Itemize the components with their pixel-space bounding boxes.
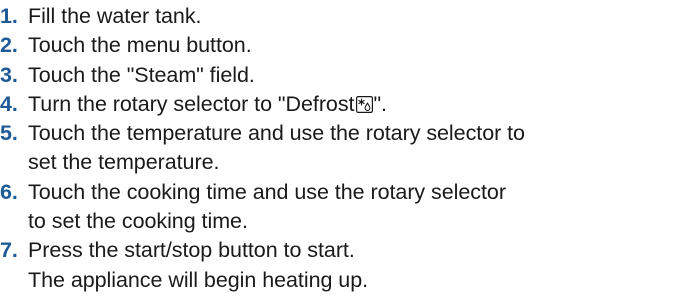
- step-text: Touch the menu button.: [28, 33, 252, 58]
- step-number: 5.: [0, 121, 18, 146]
- step-7: 7. Press the start/stop button to start.…: [0, 236, 685, 295]
- step-6: 6. Touch the cooking time and use the ro…: [0, 178, 685, 237]
- step-2: 2. Touch the menu button.: [0, 31, 685, 60]
- step-number: 2.: [0, 33, 18, 58]
- step-number: 1.: [0, 4, 18, 28]
- step-text-continuation: set the temperature.: [28, 150, 220, 175]
- step-number: 4.: [0, 91, 18, 116]
- instruction-steps: 1. Fill the water tank. 2. Touch the men…: [0, 2, 685, 295]
- step-result-text: The appliance will begin heating up.: [28, 267, 369, 292]
- step-1: 1. Fill the water tank.: [0, 2, 685, 31]
- step-text: Touch the temperature and use the rotary…: [28, 121, 525, 146]
- step-number: 6.: [0, 179, 18, 204]
- step-text: Press the start/stop button to start.: [28, 238, 355, 263]
- step-text: Touch the "Steam" field.: [28, 62, 255, 87]
- step-number: 7.: [0, 238, 18, 263]
- step-5: 5. Touch the temperature and use the rot…: [0, 119, 685, 178]
- step-text: Fill the water tank.: [28, 4, 202, 28]
- step-3: 3. Touch the "Steam" field.: [0, 61, 685, 90]
- step-text-after-icon: ".: [373, 91, 387, 116]
- defrost-icon: [356, 95, 374, 113]
- step-text: Turn the rotary selector to "Defrost ".: [28, 90, 685, 119]
- step-text-continuation: to set the cooking time.: [28, 209, 248, 234]
- step-4: 4. Turn the rotary selector to "Defrost …: [0, 90, 685, 119]
- step-text-before-icon: Turn the rotary selector to "Defrost: [28, 91, 355, 116]
- step-number: 3.: [0, 62, 18, 87]
- step-text: Touch the cooking time and use the rotar…: [28, 179, 506, 204]
